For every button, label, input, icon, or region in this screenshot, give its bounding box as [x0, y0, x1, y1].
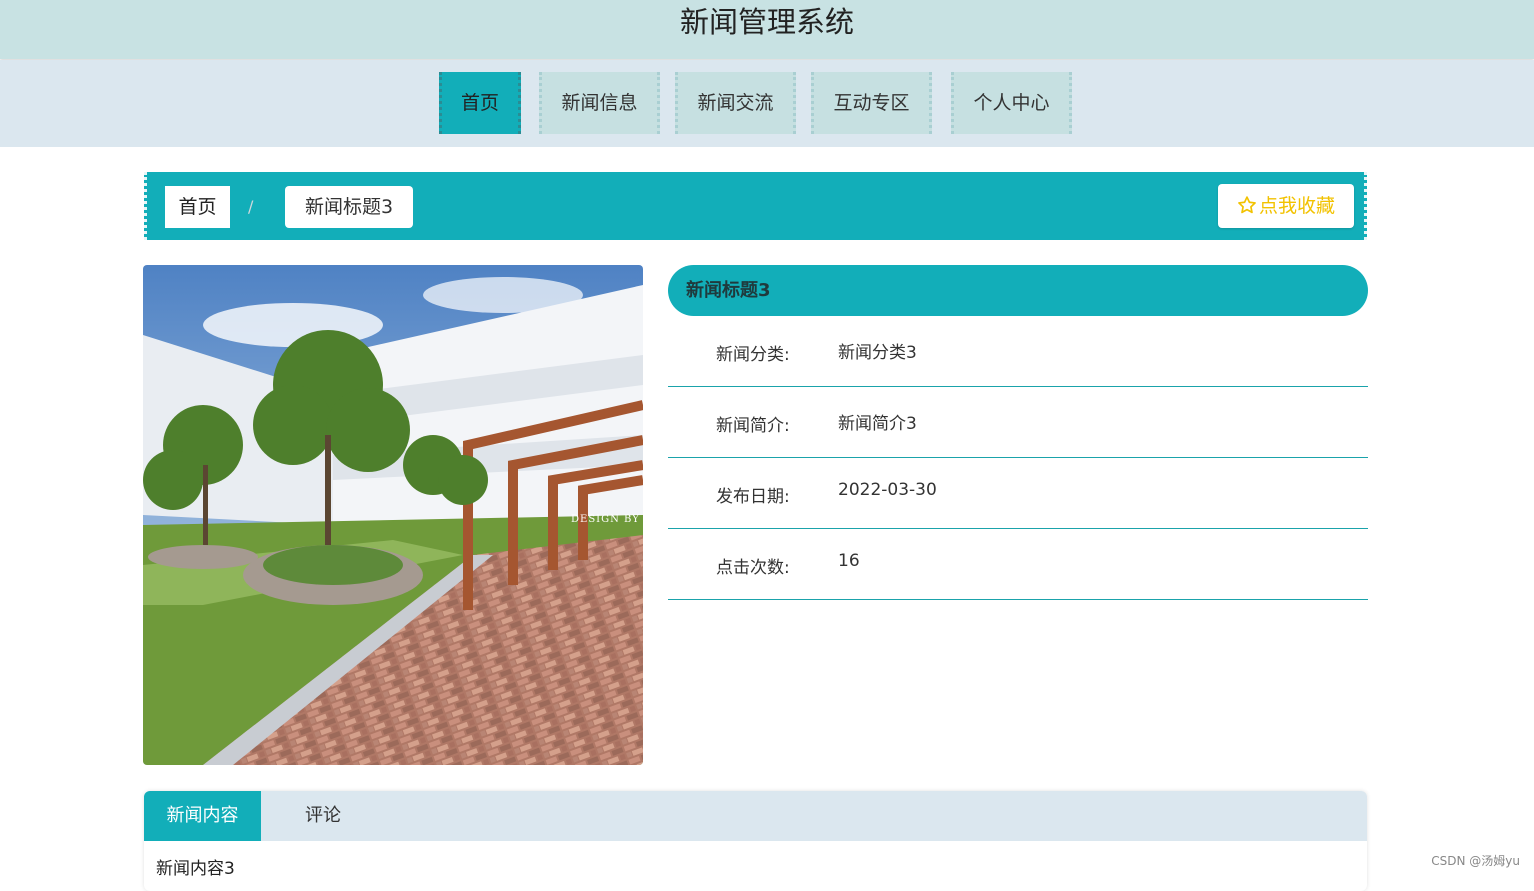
main-nav: 首页 新闻信息 新闻交流 互动专区 个人中心 [0, 60, 1534, 147]
design-by-label: DESIGN BY [571, 514, 640, 525]
breadcrumb-home-link[interactable]: 首页 [165, 186, 230, 228]
breadcrumb: 首页 / 新闻标题3 点我收藏 [144, 172, 1367, 240]
detail-value: 新闻分类3 [838, 343, 917, 363]
star-outline-icon [1238, 196, 1256, 214]
detail-value: 16 [838, 551, 860, 571]
detail-row-summary: 新闻简介: 新闻简介3 [668, 387, 1368, 458]
detail-label: 新闻分类: [716, 345, 790, 365]
detail-label: 点击次数: [716, 558, 790, 578]
nav-item-news-info[interactable]: 新闻信息 [539, 72, 660, 134]
detail-row-date: 发布日期: 2022-03-30 [668, 458, 1368, 529]
detail-title: 新闻标题3 [668, 265, 1368, 316]
detail-label: 新闻简介: [716, 416, 790, 436]
breadcrumb-current: 新闻标题3 [285, 186, 413, 228]
breadcrumb-separator: / [248, 197, 254, 216]
favorite-label: 点我收藏 [1258, 195, 1335, 217]
content-tabs: 新闻内容 评论 新闻内容3 [144, 791, 1367, 891]
tab-news-content[interactable]: 新闻内容 [144, 791, 261, 841]
nav-item-home[interactable]: 首页 [439, 72, 521, 134]
top-header: 新闻管理系统 [0, 0, 1534, 59]
news-content-text: 新闻内容3 [156, 859, 235, 879]
nav-item-interaction[interactable]: 互动专区 [811, 72, 932, 134]
watermark: CSDN @汤姆yu [1431, 854, 1520, 868]
site-title: 新闻管理系统 [679, 5, 854, 39]
detail-value: 新闻简介3 [838, 414, 917, 434]
tab-comments[interactable]: 评论 [261, 791, 385, 841]
detail-value: 2022-03-30 [838, 480, 937, 500]
tabs-header: 新闻内容 评论 [144, 791, 1367, 841]
detail-label: 发布日期: [716, 487, 790, 507]
favorite-button[interactable]: 点我收藏 [1218, 184, 1354, 228]
nav-item-personal-center[interactable]: 个人中心 [951, 72, 1072, 134]
nav-item-news-exchange[interactable]: 新闻交流 [675, 72, 796, 134]
detail-row-clicks: 点击次数: 16 [668, 529, 1368, 600]
news-image: DESIGN BY [143, 265, 643, 765]
detail-row-category: 新闻分类: 新闻分类3 [668, 316, 1368, 387]
